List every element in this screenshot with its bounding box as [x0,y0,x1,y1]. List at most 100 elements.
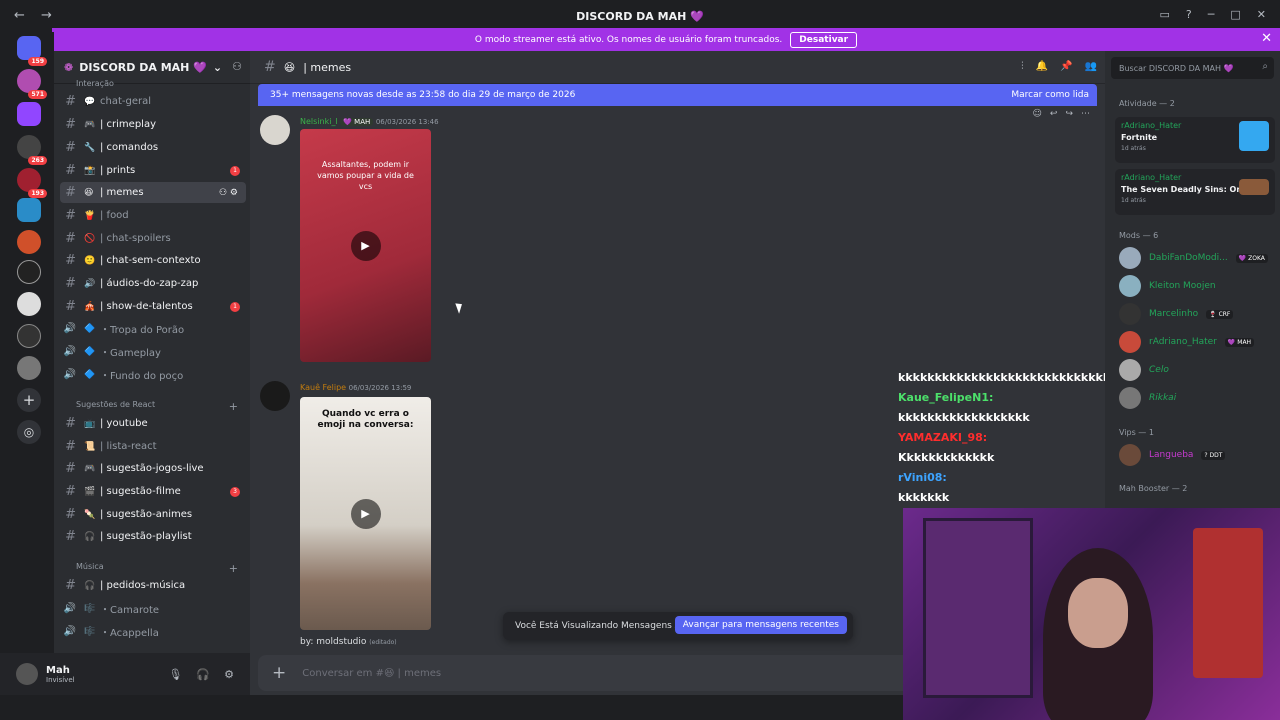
avatar [1119,387,1141,409]
channel-emoji: 🎼 [84,603,96,614]
channel-item[interactable]: # 🎮 | sugestão-jogos-live [54,458,250,479]
headphones-icon[interactable]: 🎧 [196,668,210,681]
server-icon[interactable] [17,324,41,348]
channel-item[interactable]: # 🔧 | comandos [54,137,250,158]
minimize-icon[interactable]: ─ [1208,8,1215,21]
avatar [1119,331,1141,353]
server-icon[interactable] [17,198,41,222]
more-icon[interactable]: ⋯ [1081,109,1090,119]
voice-channel-item[interactable]: 🔊 🔷 ・Tropa do Porão [54,318,250,339]
channel-item[interactable]: # 📜 | lista-react [54,436,250,457]
channel-header-name: | memes [303,60,352,74]
bell-icon[interactable]: 🔔 [1036,61,1048,72]
forward-icon[interactable]: ↪ [1065,109,1073,119]
message-author[interactable]: Nelsinki_l [300,117,338,126]
add-channel-icon[interactable]: + [229,400,238,413]
member-item[interactable]: rAdriano_Hater 💜 MAH [1119,331,1255,353]
close-banner-icon[interactable]: ✕ [1261,31,1272,46]
member-item[interactable]: DabiFanDoModi... 💜 ZOKA [1119,247,1268,269]
member-item[interactable]: Marcelinho 🍷 CRF [1119,303,1234,325]
reaction-icon[interactable]: ☺ [1033,109,1042,119]
member-item[interactable]: Langueba ? DDT [1119,444,1226,466]
voice-channel-item[interactable]: 🔊 🔷 ・Gameplay [54,341,250,362]
category-musica[interactable]: Música + [76,562,246,575]
explore-icon[interactable]: ◎ [17,420,41,444]
voice-channel-item[interactable]: 🔊 🔷 ・Fundo do poço [54,364,250,385]
add-attachment-icon[interactable]: + [272,663,286,683]
channel-item[interactable]: # 🍟 | food [54,205,250,226]
server-icon[interactable] [17,230,41,254]
channel-item-active[interactable]: # 😆 | memes ⚇ ⚙ [60,182,246,203]
member-item[interactable]: Celo [1119,359,1169,381]
reply-icon[interactable]: ↩ [1050,109,1058,119]
maximize-icon[interactable]: □ [1230,8,1240,21]
add-member-icon[interactable]: ⚇ [232,60,242,73]
guild-badge: 193 [28,189,47,198]
server-icon[interactable]: 193 [17,168,47,198]
member-item[interactable]: Rikkai [1119,387,1176,409]
home-button[interactable]: 159 [17,36,47,66]
server-icon[interactable]: 263 [17,135,47,165]
member-item[interactable]: Kleiton Moojen [1119,275,1216,297]
gear-icon[interactable]: ⚙ [224,668,234,681]
server-icon[interactable]: 571 [17,69,47,99]
inbox-icon[interactable]: ▭ [1160,8,1170,21]
activity-card[interactable]: rAdriano_Hater The Seven Deadly Sins: Or… [1115,169,1275,215]
category-react[interactable]: Sugestões de React + [76,400,246,413]
attachment-caption: by: moldstudio (editado) [300,637,397,647]
add-server-icon[interactable]: + [17,388,41,412]
voice-channel-item[interactable]: 🔊 🎼 ・Acappella [54,621,250,642]
channel-item[interactable]: # 🔊 | áudios-do-zap-zap [54,273,250,294]
server-icon[interactable] [17,292,41,316]
play-icon[interactable]: ▶ [350,498,381,529]
channel-item[interactable]: # 🎬 | sugestão-filme 3 [54,481,250,502]
disable-streamer-button[interactable]: Desativar [790,31,858,48]
activity-card[interactable]: rAdriano_Hater Fortnite 1d atrás [1115,117,1275,163]
composer-placeholder[interactable]: Conversar em #😆 | memes [302,668,441,679]
vips-header: Vips — 1 [1119,428,1154,437]
search-input[interactable]: Buscar DISCORD DA MAH 💜 ⌕ [1111,57,1274,79]
avatar[interactable] [260,381,290,411]
server-icon[interactable] [17,260,41,284]
server-icon[interactable] [17,102,41,126]
server-icon[interactable] [17,356,41,380]
channel-item[interactable]: # 💬 chat-geral [54,91,250,112]
channel-label: | pedidos-música [100,580,186,591]
channel-item[interactable]: # 🎪 | show-de-talentos 1 [54,296,250,317]
nav-arrows[interactable]: ← → [14,8,58,23]
mark-read-button[interactable]: Marcar como lida [1011,90,1089,100]
channel-item[interactable]: # 🎧 | pedidos-música [54,575,250,596]
video-attachment[interactable]: Quando vc erra o emoji na conversa: ▶ [300,397,431,630]
members-icon[interactable]: 👥 [1085,61,1097,72]
avatar[interactable] [16,663,38,685]
message-actions[interactable]: ☺ ↩ ↪ ⋯ [1033,109,1090,119]
channel-item[interactable]: # 📺 | youtube [54,413,250,434]
add-channel-icon[interactable]: + [229,562,238,575]
channel-item[interactable]: # 🚫 | chat-spoilers [54,228,250,249]
video-attachment[interactable]: Assaltantes, podem ir vamos poupar a vid… [300,129,431,362]
help-icon[interactable]: ? [1186,8,1192,21]
avatar[interactable] [260,115,290,145]
threads-icon[interactable]: ⫶ [1021,61,1024,72]
jump-to-present-button[interactable]: Avançar para mensagens recentes [674,616,847,634]
channel-item[interactable]: # 🍡 | sugestão-animes [54,504,250,525]
new-messages-bar[interactable]: 35+ mensagens novas desde as 23:58 do di… [258,84,1097,106]
channel-item[interactable]: # 🙂 | chat-sem-contexto [54,250,250,271]
activity-user: rAdriano_Hater [1121,121,1182,130]
category-interacao[interactable]: Interação [76,79,246,88]
voice-channel-item[interactable]: 🔊 🎼 ・Camarote [54,598,250,619]
close-window-icon[interactable]: ✕ [1257,8,1266,21]
microphone-icon[interactable]: 🎙 [168,668,182,681]
chat-name: rVini08: [898,471,947,484]
channel-item[interactable]: # 🎧 | sugestão-playlist [54,526,250,547]
play-icon[interactable]: ▶ [350,230,381,261]
channel-item[interactable]: # 📸 | prints 1 [54,160,250,181]
channel-item[interactable]: # 🎮 | crimeplay [54,114,250,135]
message-author[interactable]: Kauê Felipe [300,383,346,392]
channel-emoji: 💬 [84,96,96,107]
channel-label: | prints [100,165,136,176]
window-controls[interactable]: ▭ ? ─ □ ✕ [1160,8,1267,21]
channel-label: ・Gameplay [100,348,161,359]
pin-icon[interactable]: 📌 [1060,61,1072,72]
channel-settings-icon[interactable]: ⚇ ⚙ [219,188,238,198]
